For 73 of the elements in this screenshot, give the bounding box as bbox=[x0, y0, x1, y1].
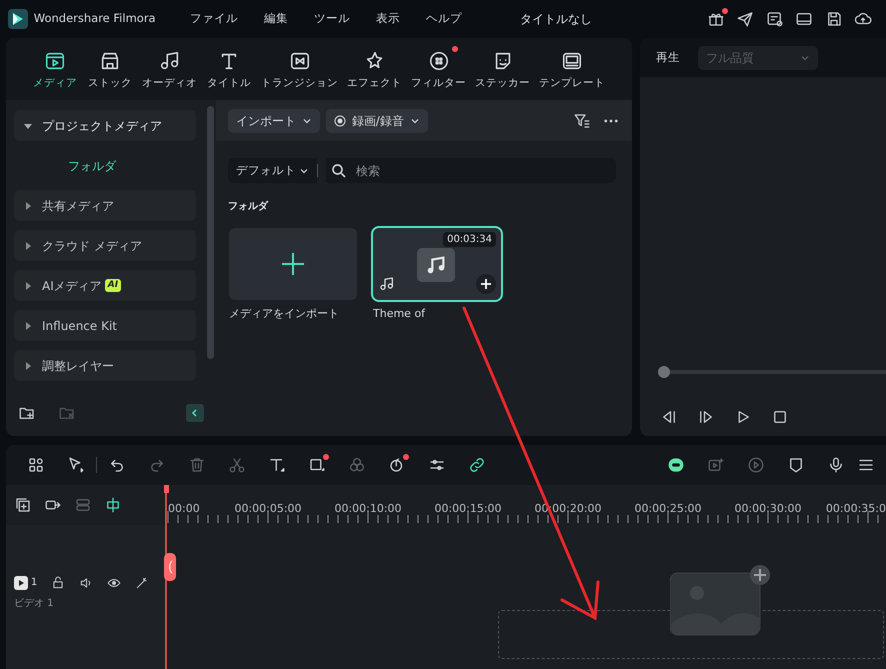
sidebar-item[interactable]: プロジェクトメディア bbox=[14, 110, 196, 141]
time-label: 00:00:30:00 bbox=[734, 501, 802, 517]
media-label: Theme of bbox=[373, 306, 426, 322]
time-label: 00:00:15:00 bbox=[434, 501, 502, 517]
menu-item[interactable]: 編集 bbox=[264, 10, 288, 28]
caret-icon bbox=[24, 362, 32, 370]
split-icon[interactable] bbox=[74, 496, 92, 514]
sidebar-item[interactable]: AIメディア AI bbox=[14, 270, 196, 301]
next-frame-icon[interactable] bbox=[697, 408, 715, 426]
plus-icon bbox=[481, 279, 491, 289]
record-dropdown[interactable]: 録画/録音 bbox=[326, 108, 428, 132]
menu-item[interactable]: 表示 bbox=[376, 10, 400, 28]
sidebar-item[interactable]: クラウド メディア bbox=[14, 230, 196, 261]
caret-icon bbox=[24, 282, 32, 290]
sidebar-item[interactable]: 調整レイヤー bbox=[14, 350, 196, 381]
folder-item[interactable]: フォルダ bbox=[14, 150, 208, 181]
video-track-icon bbox=[14, 576, 28, 590]
track-name: ビデオ 1 bbox=[14, 597, 55, 611]
add-button[interactable] bbox=[476, 274, 496, 294]
layout-icon[interactable] bbox=[795, 10, 813, 28]
import-dropdown[interactable]: インポート bbox=[228, 108, 320, 132]
tab[interactable]: メディア bbox=[30, 50, 80, 92]
caret-icon bbox=[24, 122, 32, 130]
menu-item[interactable]: ファイル bbox=[190, 10, 238, 28]
app-logo bbox=[8, 9, 28, 29]
tab[interactable]: ストック bbox=[85, 50, 135, 92]
record-icon bbox=[334, 114, 346, 126]
collapse-button[interactable] bbox=[186, 404, 204, 422]
tab[interactable]: テンプレート bbox=[537, 50, 607, 92]
time-label: 00:00:25:00 bbox=[634, 501, 702, 517]
snap-icon[interactable] bbox=[104, 496, 122, 514]
tab[interactable]: トランジション bbox=[259, 50, 340, 92]
search-icon bbox=[326, 158, 348, 183]
tab[interactable]: ステッカー bbox=[473, 50, 532, 92]
audio-icon bbox=[379, 274, 395, 292]
time-label: 00:00 bbox=[168, 501, 200, 517]
tab[interactable]: オーディオ bbox=[140, 50, 199, 92]
stop-icon[interactable] bbox=[771, 408, 789, 426]
duration-label: 00:03:34 bbox=[443, 232, 496, 247]
sidebar-item[interactable]: Influence Kit bbox=[14, 310, 196, 341]
plus-icon bbox=[280, 251, 306, 277]
lock-icon[interactable] bbox=[51, 576, 66, 590]
tab[interactable]: エフェクト bbox=[345, 50, 404, 92]
section-heading: フォルダ bbox=[228, 200, 270, 214]
app-name: Wondershare Filmora bbox=[34, 10, 156, 28]
window-title: タイトルなし bbox=[520, 11, 592, 28]
magic-wand-icon[interactable] bbox=[135, 576, 150, 590]
filter-icon[interactable] bbox=[572, 112, 590, 130]
menu-item[interactable]: ヘルプ bbox=[426, 10, 462, 28]
sort-dropdown[interactable]: デフォルト bbox=[228, 158, 317, 183]
send-icon[interactable] bbox=[736, 10, 754, 28]
caret-icon bbox=[24, 242, 32, 250]
media-thumbnail[interactable]: 00:03:34 bbox=[373, 228, 501, 300]
time-label: 00:00:05:00 bbox=[234, 501, 302, 517]
caret-icon bbox=[24, 202, 32, 210]
search-field[interactable]: 検索 bbox=[348, 158, 616, 183]
previous-frame-icon[interactable] bbox=[660, 408, 678, 426]
sidebar-item[interactable]: 共有メディア bbox=[14, 190, 196, 221]
player-label: 再生 bbox=[656, 48, 680, 66]
slider-thumb[interactable] bbox=[658, 366, 670, 378]
media-label: メディアをインポート bbox=[229, 306, 340, 322]
caret-icon bbox=[24, 322, 32, 330]
time-label: 00:00:35:0 bbox=[826, 501, 886, 517]
music-note-icon bbox=[417, 248, 455, 282]
time-label: 00:00:10:00 bbox=[334, 501, 402, 517]
menu-item[interactable]: ツール bbox=[314, 10, 350, 28]
ai-badge: AI bbox=[104, 278, 122, 292]
note-icon[interactable] bbox=[766, 10, 784, 28]
scrollbar[interactable] bbox=[207, 106, 214, 359]
tab[interactable]: タイトル bbox=[204, 50, 254, 92]
track-number: 1 bbox=[30, 576, 38, 590]
add-track-icon[interactable] bbox=[14, 496, 32, 514]
gift-icon[interactable] bbox=[706, 10, 724, 28]
